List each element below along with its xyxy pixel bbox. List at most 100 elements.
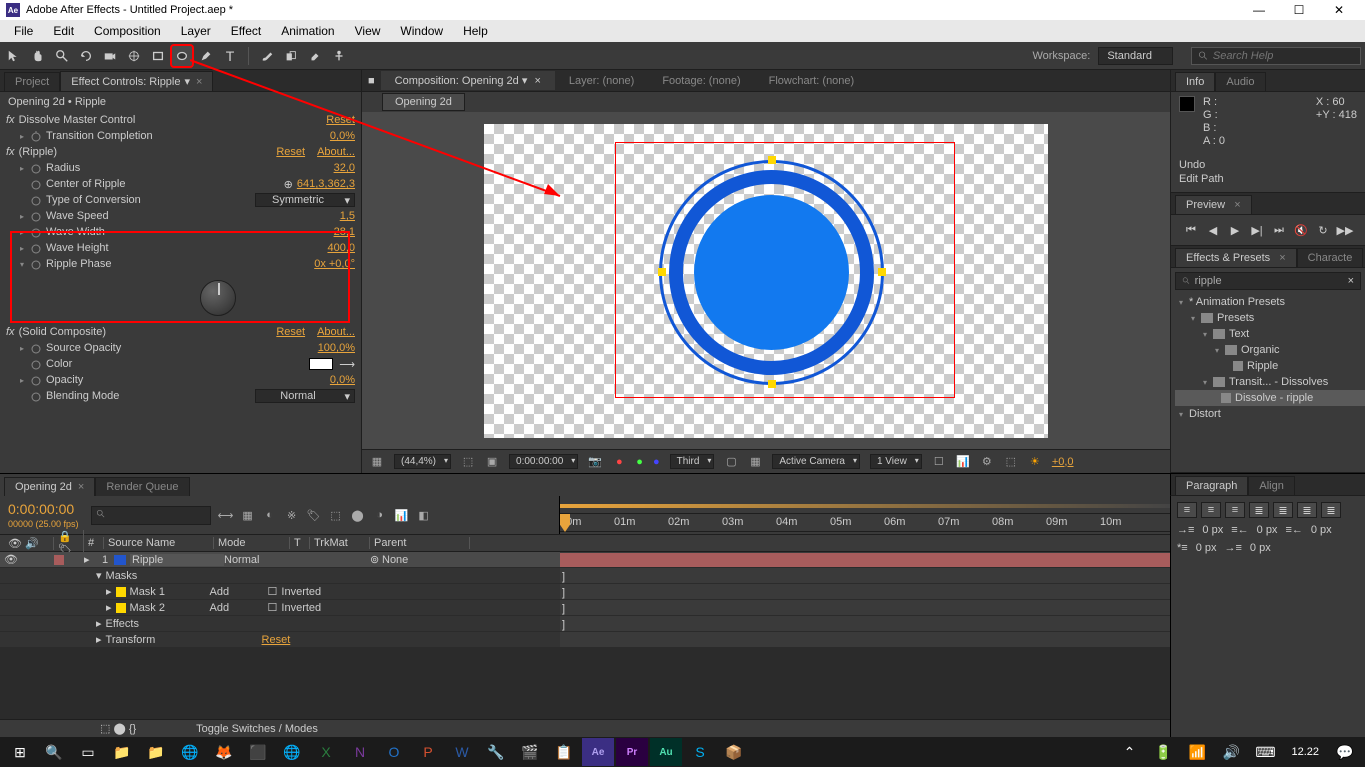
transparency-icon[interactable]: ▦ [748,455,762,469]
ellipse-tool[interactable] [172,46,192,66]
prop-color[interactable]: Color⟶ [0,356,361,372]
tree-transitions[interactable]: ▾Transit... - Dissolves [1175,374,1365,390]
minimize-button[interactable]: — [1239,3,1279,17]
tree-organic[interactable]: ▾Organic [1175,342,1365,358]
zoom-tool[interactable] [52,46,72,66]
audio-tab[interactable]: Audio [1215,72,1265,91]
selection-tool[interactable] [4,46,24,66]
prop-opacity[interactable]: ▸Opacity0,0% [0,372,361,388]
tray-chevron[interactable]: ⌃ [1113,738,1145,766]
wifi-icon[interactable]: 📶 [1181,738,1213,766]
task-view[interactable]: ▭ [72,738,104,766]
effects-search[interactable]: × [1175,272,1361,290]
menu-composition[interactable]: Composition [84,22,171,40]
word-icon[interactable]: W [446,738,478,766]
explorer2-icon[interactable]: 📁 [140,738,172,766]
quality-select[interactable]: Third [670,454,715,469]
render-queue-tab[interactable]: Render Queue [95,477,189,496]
flowchart-tab[interactable]: Flowchart: (none) [755,72,869,90]
handle[interactable] [768,380,776,388]
aegisub-icon[interactable]: 🎬 [514,738,546,766]
mute[interactable]: 🔇 [1292,221,1310,239]
menu-edit[interactable]: Edit [43,22,84,40]
prop-source-opacity[interactable]: ▸Source Opacity100,0% [0,340,361,356]
menu-view[interactable]: View [345,22,391,40]
eraser-tool[interactable] [305,46,325,66]
menu-window[interactable]: Window [390,22,453,40]
icon1[interactable]: ☐ [932,455,946,469]
excel-icon[interactable]: X [310,738,342,766]
au-icon[interactable]: Au [650,738,682,766]
tree-distort[interactable]: ▾Distort [1175,406,1365,422]
search-icon[interactable]: 🔍 [38,738,70,766]
timeline-tab[interactable]: Opening 2d× [4,477,95,496]
icon2[interactable]: 📊 [956,455,970,469]
color-swatch[interactable] [309,358,333,370]
menu-file[interactable]: File [4,22,43,40]
character-tab[interactable]: Characte [1297,248,1364,267]
view-select[interactable]: 1 View [870,454,922,469]
explorer-icon[interactable]: 📁 [106,738,138,766]
align-left[interactable]: ≡ [1177,502,1197,518]
reset-link[interactable]: Reset [326,114,355,126]
help-search[interactable] [1191,47,1361,65]
handle[interactable] [768,156,776,164]
roi-icon[interactable]: ▢ [724,455,738,469]
preview-tab[interactable]: Preview × [1175,195,1252,214]
exposure-icon[interactable]: ☀ [1028,455,1042,469]
workspace-select[interactable]: Standard [1098,47,1173,65]
notifications-icon[interactable]: 💬 [1329,738,1361,766]
layer-tab[interactable]: Layer: (none) [555,72,648,90]
layer-bar[interactable] [560,553,1170,567]
help-search-input[interactable] [1213,50,1354,62]
tree-dissolve-ripple[interactable]: Dissolve - ripple [1175,390,1365,406]
justify-center[interactable]: ≣ [1273,502,1293,518]
handle[interactable] [878,268,886,276]
zoom-select[interactable]: (44,4%) [394,454,451,469]
time-ruler[interactable]: 00m 01m 02m 03m 04m 05m 06m 07m 08m 09m … [560,514,1170,532]
tree-ripple-preset[interactable]: Ripple [1175,358,1365,374]
camera-tool[interactable] [100,46,120,66]
outlook-icon[interactable]: O [378,738,410,766]
app-icon[interactable]: 📋 [548,738,580,766]
clone-tool[interactable] [281,46,301,66]
prev-frame[interactable]: ◀ [1204,221,1222,239]
start-button[interactable]: ⊞ [4,738,36,766]
battery-icon[interactable]: 🔋 [1147,738,1179,766]
info-tab[interactable]: Info [1175,72,1215,91]
fx-solid-header[interactable]: fx(Solid Composite) Reset About... [0,324,361,340]
prop-type-conversion[interactable]: Type of ConversionSymmetric [0,192,361,208]
brush-tool[interactable] [257,46,277,66]
next-frame[interactable]: ▶| [1248,221,1266,239]
exposure-value[interactable]: +0,0 [1052,456,1074,468]
tl-icon10[interactable]: ◧ [417,508,431,522]
maximize-button[interactable]: ☐ [1279,3,1319,17]
comp-tab[interactable]: Composition: Opening 2d ▾ × [381,71,555,90]
first-frame[interactable]: ⏮ [1182,221,1200,239]
effects-presets-tab[interactable]: Effects & Presets × [1175,248,1297,267]
align-right[interactable]: ≡ [1225,502,1245,518]
close-button[interactable]: ✕ [1319,3,1359,17]
tree-animation-presets[interactable]: ▾* Animation Presets [1175,294,1365,310]
pr-icon[interactable]: Pr [616,738,648,766]
effects-group[interactable]: ▸Effects][ [0,616,1170,632]
text-tool[interactable]: T [220,46,240,66]
tl-icon4[interactable]: ※ [285,508,299,522]
project-tab[interactable]: Project [4,72,60,91]
mask-1-row[interactable]: ▸Mask 1Add☐Inverted][ [0,584,1170,600]
play[interactable]: ▶ [1226,221,1244,239]
icon3[interactable]: ⚙ [980,455,994,469]
effects-search-input[interactable] [1195,275,1344,287]
firefox-icon[interactable]: 🦊 [208,738,240,766]
tl-icon1[interactable]: ⟷ [219,508,233,522]
effect-controls-tab[interactable]: Effect Controls: Ripple▾× [60,71,213,91]
composition-viewport[interactable] [362,112,1170,449]
tl-icon3[interactable]: ◐ [263,508,277,522]
comp-inner-tab[interactable]: Opening 2d [382,93,465,111]
grid-icon[interactable]: ▦ [370,455,384,469]
last-frame[interactable]: ⏭ [1270,221,1288,239]
cortana-icon[interactable]: ⬛ [242,738,274,766]
icon4[interactable]: ⬚ [1004,455,1018,469]
menu-layer[interactable]: Layer [171,22,221,40]
tl-icon8[interactable]: ◑ [373,508,387,522]
